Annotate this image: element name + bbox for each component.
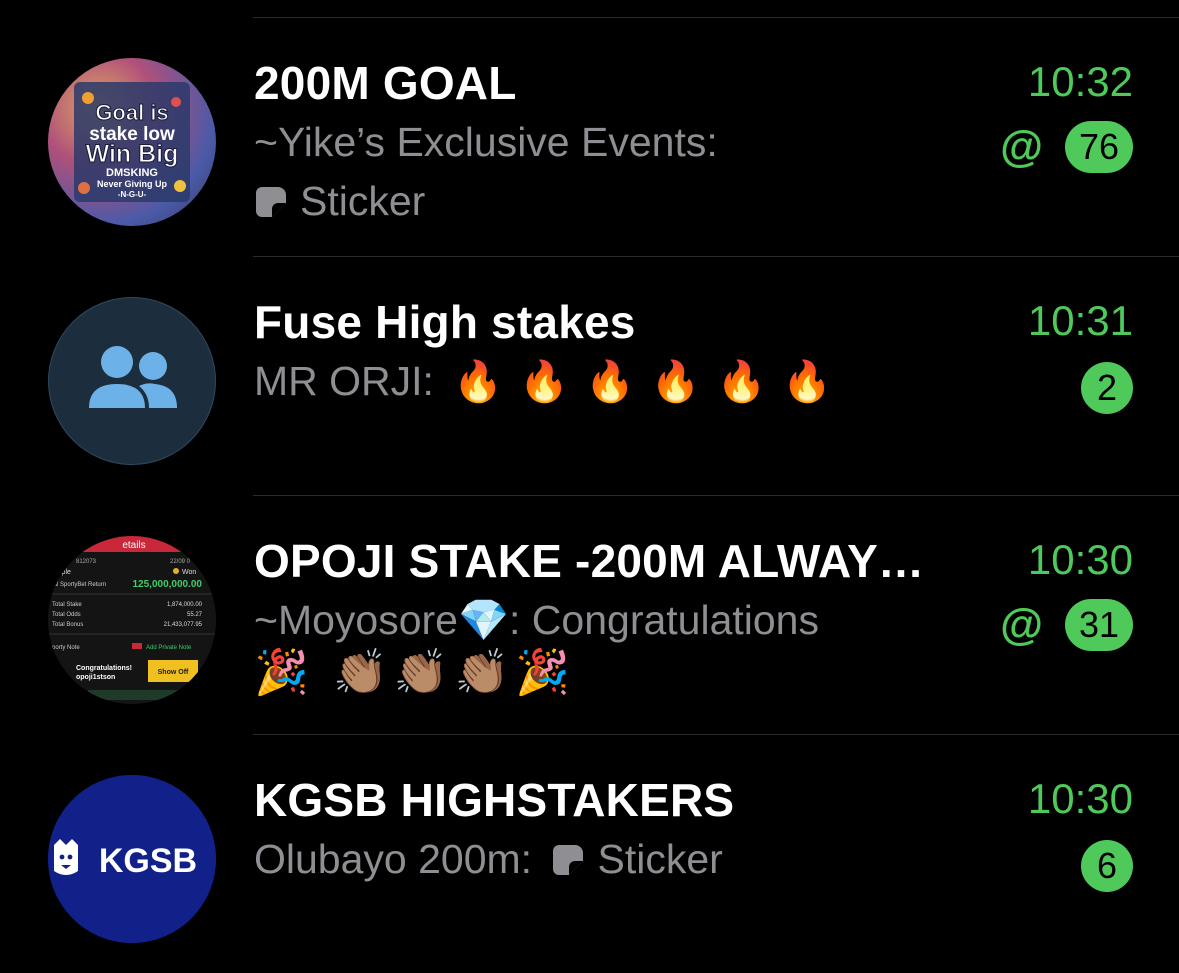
chat-row-opoji-stake[interactable]: etails 812073 22/09 0 iple Won tal Sport… <box>0 496 1179 734</box>
kgsb-logo: KGSB <box>48 775 216 943</box>
chat-row-fuse-high-stakes[interactable]: Fuse High stakes 10:31 MR ORJI: 🔥🔥🔥🔥🔥🔥 2 <box>0 257 1179 495</box>
avatar-text-line3: Win Big <box>86 140 179 168</box>
chat-preview-emoji-line: 🎉 👏🏽👏🏽👏🏽🎉 <box>254 648 577 697</box>
chat-row-kgsb-highstakers[interactable]: KGSB KGSB HIGHSTAKERS 10:30 Olubayo 200m… <box>0 735 1179 973</box>
goal-poster-image: Goal is stake low Win Big DMSKING Never … <box>74 82 190 202</box>
svg-text:etails: etails <box>122 540 145 551</box>
chat-preview: Olubayo 200m: Sticker <box>254 839 723 880</box>
mention-icon: @ <box>1000 122 1043 171</box>
svg-text:812073: 812073 <box>76 559 97 565</box>
svg-text:Add Private Note: Add Private Note <box>146 645 192 651</box>
svg-text:Congratulations!: Congratulations! <box>76 665 132 672</box>
chat-time: 10:30 <box>1027 536 1133 583</box>
chat-time: 10:30 <box>1027 775 1133 822</box>
svg-text:22/09 0: 22/09 0 <box>170 559 191 565</box>
chat-preview: ~Moyosore💎: Congratulations <box>254 600 819 641</box>
avatar-text-line6: -N-G-U- <box>118 190 147 199</box>
chat-preview-sender: Olubayo 200m: <box>254 836 533 882</box>
sticker-icon <box>553 845 584 875</box>
bet-slip-image: etails 812073 22/09 0 iple Won tal Sport… <box>48 536 216 704</box>
chat-preview-sender: MR ORJI: <box>254 358 434 404</box>
chat-preview-text: : Congratulations <box>509 597 819 643</box>
svg-text:tal SportyBet Return: tal SportyBet Return <box>52 582 106 588</box>
chat-title: Fuse High stakes <box>254 296 636 348</box>
chat-avatar: etails 812073 22/09 0 iple Won tal Sport… <box>48 536 216 704</box>
chat-time: 10:32 <box>1027 58 1133 105</box>
svg-text:21,433,077.95: 21,433,077.95 <box>164 622 203 628</box>
kgsb-logo-text: KGSB <box>99 842 197 880</box>
mention-icon: @ <box>1000 600 1043 649</box>
chat-title: KGSB HIGHSTAKERS <box>254 774 735 826</box>
unread-badge: 6 <box>1081 840 1133 892</box>
chat-list: Goal is stake low Win Big DMSKING Never … <box>0 0 1179 949</box>
chat-preview-sticker: Sticker <box>254 181 425 222</box>
chat-title: OPOJI STAKE -200M ALWAY… <box>254 535 925 587</box>
svg-text:Show Off: Show Off <box>158 669 189 676</box>
svg-text:Total Bonus: Total Bonus <box>52 622 83 628</box>
unread-badge: 2 <box>1081 362 1133 414</box>
svg-text:125,000,000.00: 125,000,000.00 <box>132 579 202 590</box>
unread-badge: 76 <box>1064 121 1133 173</box>
chat-avatar <box>48 297 216 465</box>
fire-emoji-row: 🔥🔥🔥🔥🔥🔥 <box>453 360 849 404</box>
chat-row-200m-goal[interactable]: Goal is stake low Win Big DMSKING Never … <box>0 18 1179 256</box>
chat-avatar: KGSB <box>48 775 216 943</box>
svg-text:porty Note: porty Note <box>52 645 80 651</box>
svg-text:55.27: 55.27 <box>187 612 203 618</box>
chat-preview-sender: ~Moyosore💎 <box>254 597 510 643</box>
svg-text:Total Stake: Total Stake <box>52 602 82 608</box>
chat-preview: MR ORJI: 🔥🔥🔥🔥🔥🔥 <box>254 358 849 404</box>
svg-text:Total Odds: Total Odds <box>52 612 81 618</box>
sticker-label: Sticker <box>300 178 426 224</box>
chat-title: 200M GOAL <box>254 57 517 109</box>
avatar-text-line5: Never Giving Up <box>97 179 168 189</box>
chat-preview-sender: ~Yike’s Exclusive Events: <box>254 119 718 165</box>
svg-text:Won: Won <box>182 569 196 576</box>
chat-time: 10:31 <box>1027 297 1133 344</box>
svg-text:1,874,000.00: 1,874,000.00 <box>167 602 203 608</box>
svg-text:opoji1stson: opoji1stson <box>76 674 115 681</box>
avatar-text-line1: Goal is <box>95 100 168 125</box>
unread-badge: 31 <box>1064 599 1133 651</box>
group-icon <box>89 346 177 408</box>
sticker-icon <box>256 187 286 217</box>
svg-text:iple: iple <box>60 569 71 576</box>
chat-avatar: Goal is stake low Win Big DMSKING Never … <box>48 58 216 226</box>
avatar-text-line4: DMSKING <box>106 167 158 179</box>
sticker-label: Sticker <box>597 836 723 882</box>
